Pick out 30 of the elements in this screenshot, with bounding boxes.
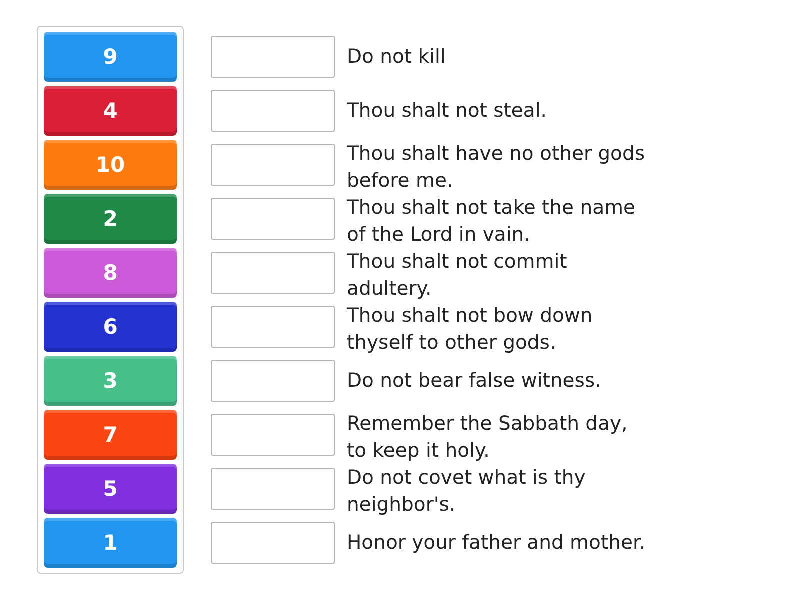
- answer-box[interactable]: [211, 198, 335, 240]
- answer-box[interactable]: [211, 306, 335, 348]
- statement-text: Do not kill: [347, 44, 447, 70]
- statement-text: Thou shalt not take the name of the Lord in vain.: [347, 195, 637, 248]
- number-tile[interactable]: 7: [44, 410, 177, 460]
- number-tile[interactable]: 5: [44, 464, 177, 514]
- statement-text: Thou shalt not steal.: [347, 98, 548, 124]
- answer-box[interactable]: [211, 144, 335, 186]
- statement-text: Honor your father and mother.: [347, 530, 646, 556]
- statement-text: Do not covet what is thy neighbor's.: [347, 465, 587, 518]
- number-tile[interactable]: 2: [44, 194, 177, 244]
- number-tile[interactable]: 3: [44, 356, 177, 406]
- answer-box[interactable]: [211, 252, 335, 294]
- answer-box[interactable]: [211, 468, 335, 510]
- number-tile[interactable]: 8: [44, 248, 177, 298]
- statement-text: Remember the Sabbath day, to keep it holy.: [347, 411, 629, 464]
- number-tile[interactable]: 10: [44, 140, 177, 190]
- number-tile[interactable]: 1: [44, 518, 177, 568]
- answer-box[interactable]: [211, 522, 335, 564]
- statement-text: Thou shalt not bow down thyself to other gods.: [347, 303, 594, 356]
- number-tile[interactable]: 4: [44, 86, 177, 136]
- number-tile[interactable]: 6: [44, 302, 177, 352]
- statement-text: Thou shalt have no other gods before me.: [347, 141, 646, 194]
- answer-box[interactable]: [211, 90, 335, 132]
- answer-box[interactable]: [211, 36, 335, 78]
- number-tile[interactable]: 9: [44, 32, 177, 82]
- statement-text: Do not bear false witness.: [347, 368, 602, 394]
- answer-box[interactable]: [211, 414, 335, 456]
- answer-box[interactable]: [211, 360, 335, 402]
- statement-text: Thou shalt not commit adultery.: [347, 249, 568, 302]
